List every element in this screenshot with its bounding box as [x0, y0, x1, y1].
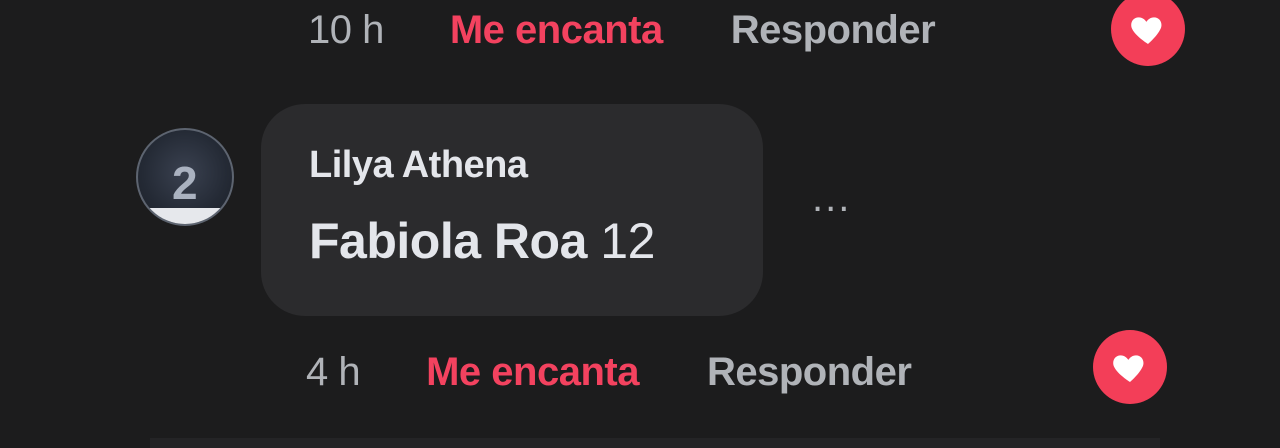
love-reaction-button[interactable]: Me encanta [426, 350, 639, 395]
comment-number: 12 [600, 213, 655, 269]
divider [150, 438, 1160, 448]
comment-timestamp[interactable]: 4 h [306, 350, 361, 395]
reply-comment-actions: 4 h Me encanta Responder [306, 342, 912, 402]
avatar[interactable]: 2 [136, 128, 234, 226]
comment-author[interactable]: Lilya Athena [309, 144, 528, 187]
avatar-image: 2 [172, 157, 198, 209]
avatar-image-edge [138, 208, 232, 224]
top-comment-actions: 10 h Me encanta Responder [308, 0, 936, 60]
reply-button[interactable]: Responder [731, 8, 936, 53]
heart-icon[interactable] [1111, 0, 1185, 66]
heart-icon[interactable] [1093, 330, 1167, 404]
more-options-button[interactable]: ... [812, 176, 851, 221]
love-reaction-button[interactable]: Me encanta [450, 8, 663, 53]
comment-bubble: Lilya Athena Fabiola Roa 12 [261, 104, 763, 316]
heart-icon-shape [1113, 355, 1144, 382]
comment-text: Fabiola Roa 12 [309, 212, 655, 270]
mentioned-name[interactable]: Fabiola Roa [309, 213, 587, 269]
comment-timestamp[interactable]: 10 h [308, 8, 384, 53]
heart-icon-shape [1131, 17, 1162, 44]
reply-button[interactable]: Responder [707, 350, 912, 395]
